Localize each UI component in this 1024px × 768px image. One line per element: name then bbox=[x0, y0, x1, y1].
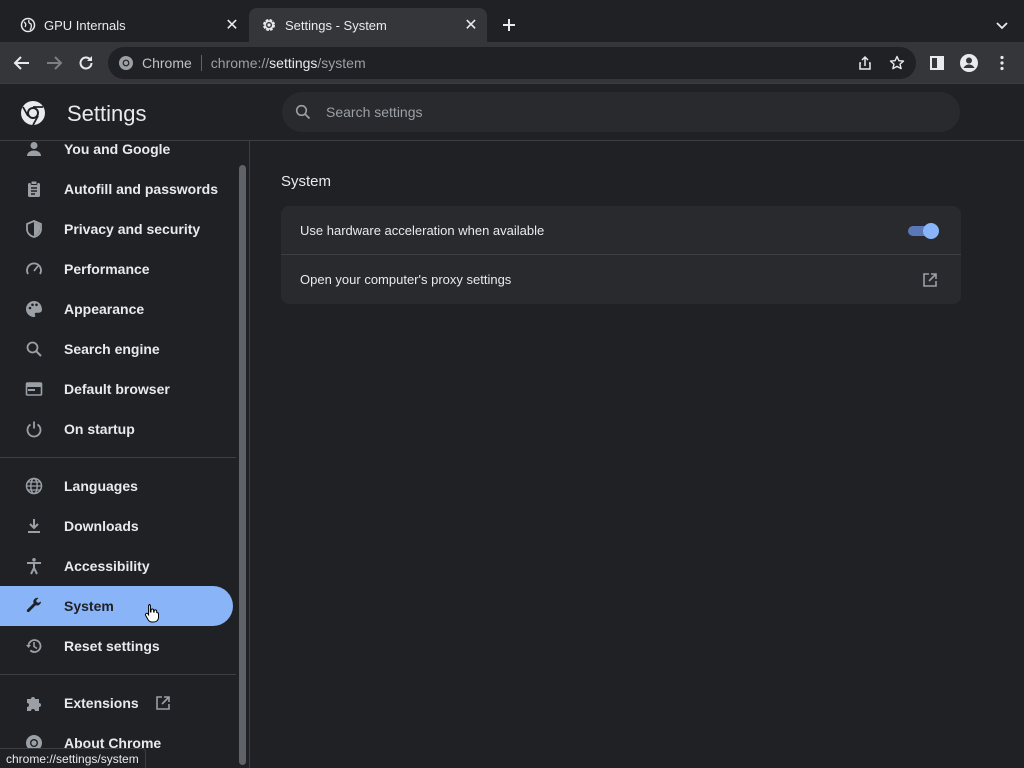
sidebar-item-label: System bbox=[64, 598, 114, 614]
external-link-icon[interactable] bbox=[920, 270, 940, 290]
hardware-acceleration-toggle[interactable] bbox=[908, 222, 940, 239]
sidebar-item-label: Extensions bbox=[64, 695, 139, 711]
globe-icon bbox=[20, 17, 36, 33]
palette-icon bbox=[24, 299, 44, 319]
sidebar-item-appearance[interactable]: Appearance bbox=[0, 289, 233, 329]
forward-arrow-icon[interactable] bbox=[43, 52, 65, 74]
external-link-icon bbox=[155, 695, 171, 711]
hand-cursor-icon bbox=[144, 603, 160, 623]
download-icon bbox=[24, 516, 44, 536]
close-icon[interactable]: ✕ bbox=[461, 15, 481, 35]
sidebar-item-downloads[interactable]: Downloads bbox=[0, 506, 233, 546]
sidebar-item-label: Privacy and security bbox=[64, 221, 201, 237]
tab-strip: GPU Internals ✕ Settings - System ✕ bbox=[0, 0, 1024, 42]
reload-icon[interactable] bbox=[75, 52, 97, 74]
sidebar-item-system[interactable]: System bbox=[0, 586, 233, 626]
chevron-down-icon[interactable] bbox=[992, 15, 1012, 35]
toolbar: Chrome chrome://settings/system bbox=[0, 42, 1024, 84]
search-input[interactable] bbox=[326, 104, 926, 120]
url-scheme: chrome:// bbox=[210, 55, 270, 71]
url-host: settings bbox=[269, 55, 318, 71]
sidebar-item-performance[interactable]: Performance bbox=[0, 249, 233, 289]
sidebar-item-label: Performance bbox=[64, 261, 150, 277]
tab-title: Settings - System bbox=[285, 17, 387, 33]
accessibility-icon bbox=[24, 556, 44, 576]
person-icon bbox=[24, 141, 44, 159]
chrome-logo-icon bbox=[20, 100, 46, 126]
sidebar-item-label: Reset settings bbox=[64, 638, 160, 654]
sidebar-item-label: Search engine bbox=[64, 341, 160, 357]
sidebar-item-label: Default browser bbox=[64, 381, 170, 397]
sidebar-item-label: Autofill and passwords bbox=[64, 181, 219, 197]
section-title: System bbox=[281, 173, 332, 190]
search-icon bbox=[293, 102, 313, 122]
back-arrow-icon[interactable] bbox=[11, 52, 33, 74]
sidebar-item-label: Appearance bbox=[64, 301, 145, 317]
more-menu-icon[interactable] bbox=[991, 52, 1013, 74]
sidebar-scrollbar[interactable] bbox=[237, 165, 247, 765]
url-path: /system bbox=[317, 55, 366, 71]
divider bbox=[200, 55, 202, 71]
new-tab-button[interactable] bbox=[498, 14, 520, 36]
scrollbar-thumb[interactable] bbox=[239, 165, 246, 765]
tab-gpu-internals[interactable]: GPU Internals ✕ bbox=[8, 8, 248, 42]
star-icon[interactable] bbox=[887, 53, 907, 73]
proxy-settings-row[interactable]: Open your computer's proxy settings bbox=[281, 255, 961, 304]
close-icon[interactable]: ✕ bbox=[222, 15, 242, 35]
system-settings-card: Use hardware acceleration when available… bbox=[281, 206, 961, 304]
row-label: Open your computer's proxy settings bbox=[300, 272, 512, 287]
tab-settings-system[interactable]: Settings - System ✕ bbox=[249, 8, 487, 42]
toggle-knob bbox=[923, 222, 939, 239]
gear-icon bbox=[261, 17, 277, 33]
hardware-acceleration-row[interactable]: Use hardware acceleration when available bbox=[281, 206, 961, 255]
globe-icon bbox=[24, 476, 44, 496]
browser-window-icon bbox=[24, 379, 44, 399]
settings-header: Settings bbox=[0, 85, 1024, 141]
side-panel-icon[interactable] bbox=[926, 52, 948, 74]
search-icon bbox=[24, 339, 44, 359]
share-icon[interactable] bbox=[855, 53, 875, 73]
sidebar-item-label: Downloads bbox=[64, 518, 139, 534]
sidebar-item-search-engine[interactable]: Search engine bbox=[0, 329, 233, 369]
sidebar-item-label: Languages bbox=[64, 478, 138, 494]
sidebar-item-languages[interactable]: Languages bbox=[0, 466, 233, 506]
page-title: Settings bbox=[67, 101, 147, 126]
sidebar-item-label: Accessibility bbox=[64, 558, 150, 574]
sidebar-item-default-browser[interactable]: Default browser bbox=[0, 369, 233, 409]
sidebar-item-accessibility[interactable]: Accessibility bbox=[0, 546, 233, 586]
sidebar-item-extensions[interactable]: Extensions bbox=[0, 683, 233, 723]
sidebar: You and Google Autofill and passwords Pr… bbox=[0, 141, 250, 768]
sidebar-item-on-startup[interactable]: On startup bbox=[0, 409, 233, 449]
row-label: Use hardware acceleration when available bbox=[300, 223, 545, 238]
sidebar-item-reset-settings[interactable]: Reset settings bbox=[0, 626, 233, 666]
power-icon bbox=[24, 419, 44, 439]
sidebar-item-privacy[interactable]: Privacy and security bbox=[0, 209, 233, 249]
clipboard-icon bbox=[24, 179, 44, 199]
tab-title: GPU Internals bbox=[44, 17, 126, 33]
search-box[interactable] bbox=[282, 92, 960, 132]
sidebar-item-label: You and Google bbox=[64, 141, 171, 157]
sidebar-item-you-and-google[interactable]: You and Google bbox=[0, 141, 233, 169]
main-content: System Use hardware acceleration when av… bbox=[250, 141, 1024, 768]
speedometer-icon bbox=[24, 259, 44, 279]
sidebar-item-autofill[interactable]: Autofill and passwords bbox=[0, 169, 233, 209]
history-icon bbox=[24, 636, 44, 656]
profile-avatar-icon[interactable] bbox=[958, 52, 980, 74]
url-text: chrome://settings/system bbox=[211, 55, 366, 71]
status-bar: chrome://settings/system bbox=[0, 748, 146, 768]
address-bar[interactable]: Chrome chrome://settings/system bbox=[108, 47, 916, 79]
wrench-icon bbox=[24, 596, 44, 616]
site-chip[interactable]: Chrome bbox=[142, 55, 192, 71]
puzzle-icon bbox=[24, 693, 44, 713]
divider bbox=[0, 674, 236, 675]
shield-icon bbox=[24, 219, 44, 239]
divider bbox=[0, 457, 236, 458]
sidebar-item-label: On startup bbox=[64, 421, 135, 437]
chrome-icon bbox=[118, 55, 134, 71]
